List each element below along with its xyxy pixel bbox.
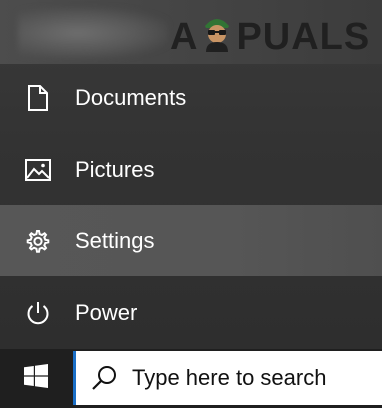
menu-item-power[interactable]: Power <box>0 277 382 349</box>
document-icon <box>25 85 51 111</box>
watermark-text-right: PUALS <box>236 15 371 58</box>
menu-item-label: Documents <box>75 85 187 110</box>
blurred-user-avatar <box>18 8 168 58</box>
search-placeholder: Type here to search <box>132 365 327 390</box>
pictures-icon <box>25 157 51 183</box>
taskbar: Type here to search <box>0 349 382 408</box>
menu-item-label: Power <box>75 300 138 325</box>
windows-logo-icon <box>24 364 48 393</box>
appuals-watermark: A PUALS <box>170 12 370 62</box>
power-icon <box>25 300 51 326</box>
menu-item-pictures[interactable]: Pictures <box>0 134 382 206</box>
menu-item-settings[interactable]: Settings <box>0 205 382 276</box>
menu-item-label: Settings <box>75 227 155 253</box>
watermark-text-left: A <box>170 15 199 58</box>
user-account-area[interactable]: A PUALS <box>0 0 382 64</box>
start-button[interactable] <box>0 349 72 408</box>
search-icon <box>90 363 120 393</box>
menu-item-label: Pictures <box>75 157 155 182</box>
gear-icon <box>25 228 51 254</box>
start-menu: A PUALS Documents Pictures Settings Powe… <box>0 0 382 349</box>
menu-item-documents[interactable]: Documents <box>0 62 382 134</box>
search-input[interactable]: Type here to search <box>73 351 382 405</box>
mascot-icon <box>200 12 234 62</box>
